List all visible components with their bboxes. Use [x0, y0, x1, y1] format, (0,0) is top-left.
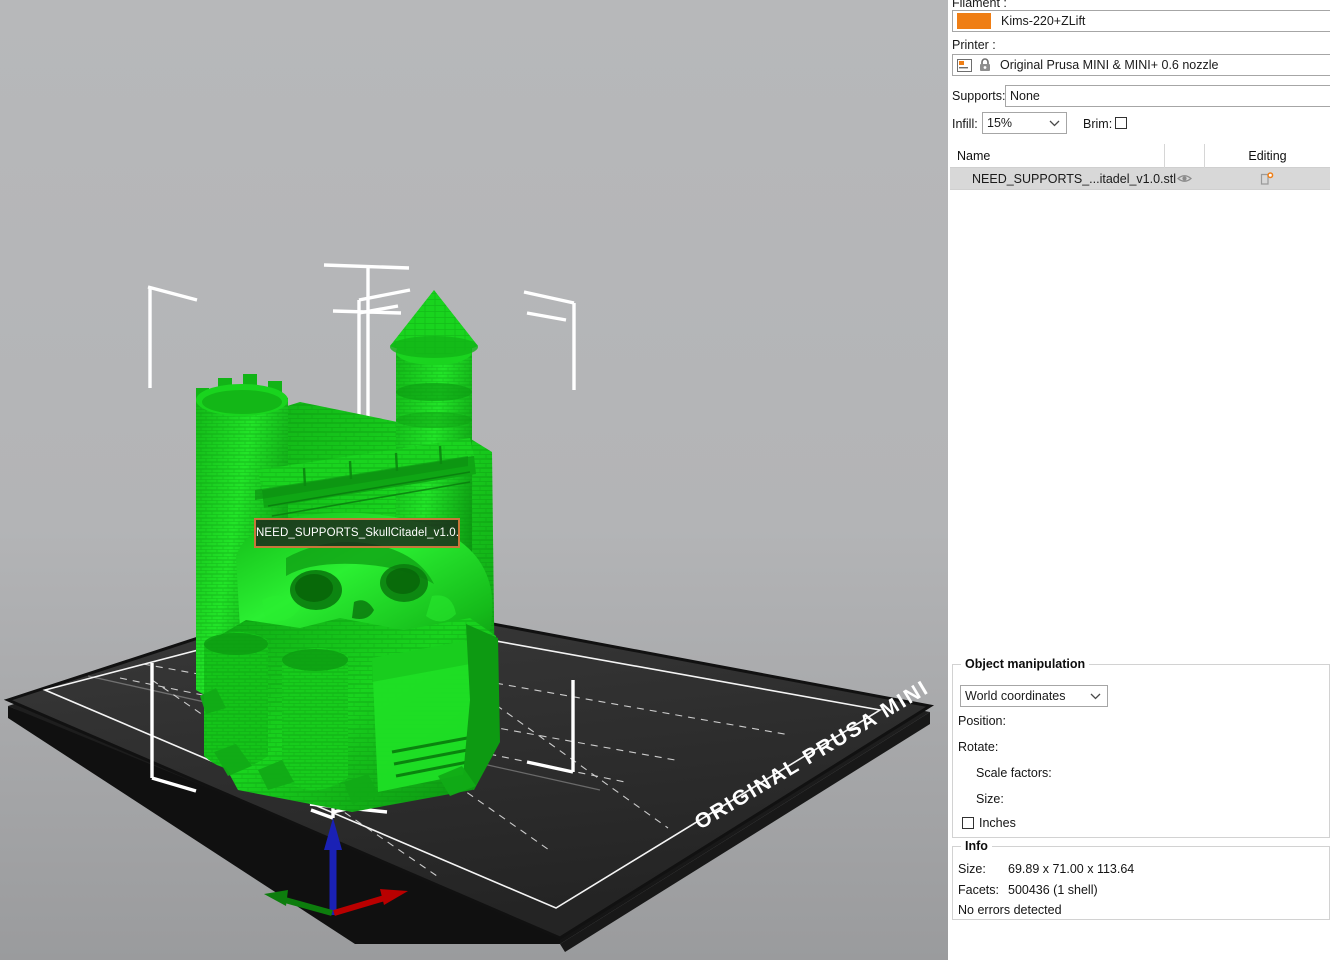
table-row[interactable]: NEED_SUPPORTS_...itadel_v1.0.stl: [950, 168, 1330, 189]
scale-factors-label: Scale factors:: [976, 766, 1052, 780]
lock-icon: [980, 58, 990, 71]
filament-label: Filament :: [952, 0, 1007, 10]
object-manipulation-title: Object manipulation: [961, 657, 1090, 671]
object-list[interactable]: Name Editing NEED_SUPPORTS_...itadel_v1.…: [950, 143, 1330, 656]
column-visibility: [1164, 143, 1204, 168]
brim-checkbox[interactable]: [1115, 117, 1127, 129]
3d-viewport[interactable]: ORIGINAL PRUSA MINI NEED_SUPPORTS_SkullC…: [0, 0, 948, 960]
eye-icon[interactable]: [1176, 173, 1192, 184]
info-title: Info: [961, 839, 992, 853]
brim-label: Brim:: [1083, 117, 1113, 131]
printer-label: Printer :: [952, 38, 996, 52]
3d-scene[interactable]: ORIGINAL PRUSA MINI: [0, 0, 948, 960]
right-sidebar: Filament : Kims-220+ZLift Printer : Orig…: [948, 0, 1330, 960]
printer-icon: [957, 58, 972, 72]
model-skull-citadel[interactable]: [196, 290, 500, 812]
info-facets-value: 500436 (1 shell): [1008, 883, 1098, 897]
supports-combo[interactable]: None: [1005, 85, 1330, 107]
infill-combo[interactable]: 15%: [982, 112, 1067, 134]
rotate-label: Rotate:: [958, 740, 999, 754]
printer-value: Original Prusa MINI & MINI+ 0.6 nozzle: [1000, 58, 1219, 72]
supports-label: Supports:: [952, 89, 1006, 103]
object-list-body[interactable]: NEED_SUPPORTS_...itadel_v1.0.stl: [950, 168, 1330, 190]
info-size-value: 69.89 x 71.00 x 113.64: [1008, 862, 1135, 876]
inches-checkbox[interactable]: [962, 817, 974, 829]
printer-combo[interactable]: Original Prusa MINI & MINI+ 0.6 nozzle: [952, 54, 1330, 76]
size-label: Size:: [976, 792, 1004, 806]
column-editing: Editing: [1204, 143, 1330, 168]
info-facets-label: Facets:: [958, 883, 999, 897]
chevron-down-icon: [1049, 120, 1060, 126]
filament-color-swatch: [957, 13, 991, 29]
object-name-cell: NEED_SUPPORTS_...itadel_v1.0.stl: [972, 171, 1177, 186]
supports-value: None: [1010, 89, 1040, 103]
visibility-cell[interactable]: [1164, 173, 1204, 184]
info-errors: No errors detected: [958, 903, 1062, 917]
filament-combo[interactable]: Kims-220+ZLift: [952, 10, 1330, 32]
chevron-down-icon: [1090, 693, 1101, 699]
filament-value: Kims-220+ZLift: [1001, 14, 1086, 28]
prusaslicer-window: ORIGINAL PRUSA MINI NEED_SUPPORTS_SkullC…: [0, 0, 1330, 960]
object-name-label: NEED_SUPPORTS_SkullCitadel_v1.0.stl: [254, 518, 460, 548]
edit-icon[interactable]: [1260, 171, 1274, 186]
info-size-label: Size:: [958, 862, 986, 876]
object-list-header: Name Editing: [950, 143, 1330, 168]
inches-label: Inches: [979, 816, 1016, 830]
editing-cell[interactable]: [1204, 171, 1330, 186]
position-label: Position:: [958, 714, 1006, 728]
coordinate-space-dropdown[interactable]: World coordinates: [960, 685, 1108, 707]
coordinate-space-value: World coordinates: [965, 689, 1066, 703]
infill-value: 15%: [987, 116, 1013, 130]
infill-label: Infill:: [952, 117, 978, 131]
column-name: Name: [957, 148, 991, 163]
